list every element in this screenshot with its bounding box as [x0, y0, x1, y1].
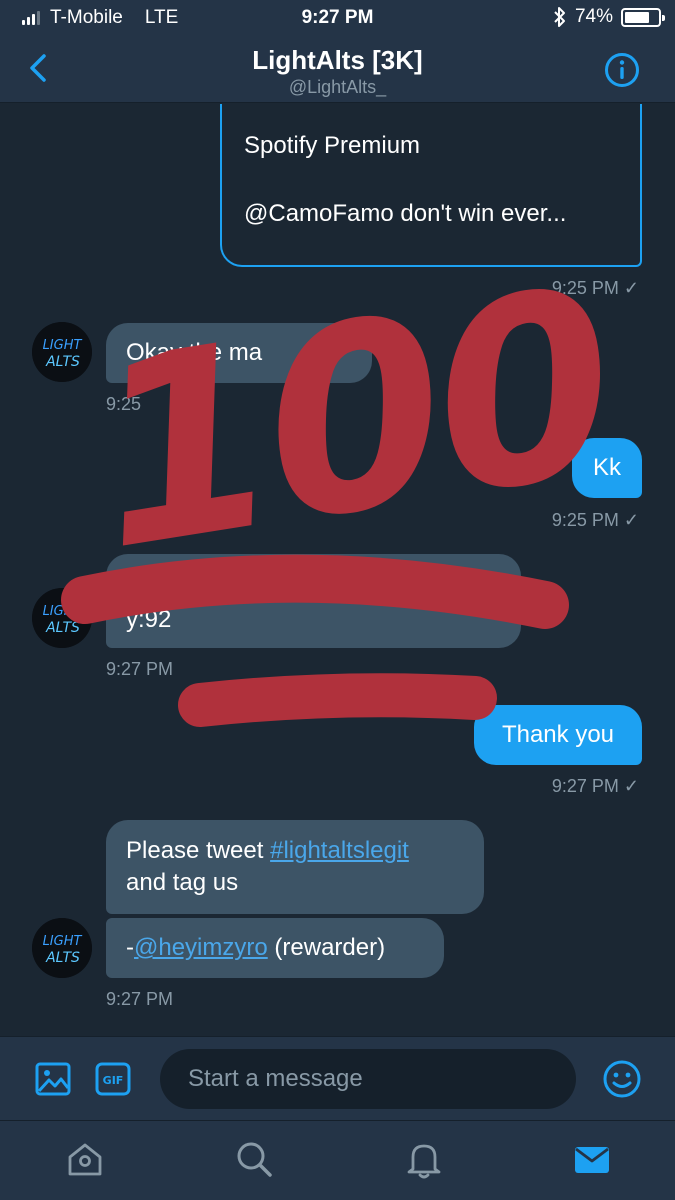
image-button[interactable] — [35, 1061, 71, 1102]
avatar[interactable]: LIGHT ALTS — [32, 918, 92, 978]
emoji-icon — [603, 1060, 641, 1098]
battery-icon — [621, 7, 665, 27]
mention-link[interactable]: @heyimzyro — [134, 934, 268, 961]
avatar[interactable]: LIGHT ALTS — [32, 588, 92, 648]
message-timestamp: 9:27 PM ✓ — [551, 776, 639, 796]
lightalts-logo: LIGHT ALTS — [32, 918, 92, 978]
svg-text:ALTS: ALTS — [45, 620, 80, 636]
message-text: Kk — [592, 454, 621, 481]
message-text: and tag us — [126, 869, 239, 896]
info-icon — [605, 53, 639, 87]
gif-button[interactable]: GIF — [95, 1061, 131, 1102]
card-line-spotify: Spotify Premium — [244, 132, 421, 159]
tab-messages[interactable] — [572, 1139, 612, 1179]
message-text: Thank you — [501, 721, 615, 748]
message-input[interactable] — [160, 1049, 576, 1109]
search-icon — [237, 1142, 272, 1177]
incoming-message-bubble[interactable]: Please tweet #lightaltslegit and tag us — [106, 820, 484, 914]
message-text: y:92 — [126, 606, 172, 633]
incoming-message-bubble[interactable]: Okay the ma — [106, 323, 372, 383]
message-timestamp: 9:25 PM ✓ — [551, 278, 639, 298]
svg-text:ALTS: ALTS — [45, 354, 80, 370]
tab-search[interactable] — [234, 1139, 274, 1179]
image-icon — [35, 1062, 71, 1096]
home-icon — [68, 1143, 102, 1176]
tab-bar — [0, 1120, 675, 1200]
conversation-header[interactable]: LightAlts [3K] @LightAlts_ — [0, 44, 675, 98]
gif-icon: GIF — [95, 1062, 131, 1096]
messages-icon — [575, 1147, 609, 1173]
status-bar: T-Mobile LTE 9:27 PM 74% — [0, 0, 675, 36]
outgoing-message-card[interactable]: Spotify Premium @CamoFamo don't win ever… — [220, 104, 642, 267]
lightalts-logo: LIGHT ALTS — [32, 588, 92, 648]
hashtag-link[interactable]: #lightaltslegit — [270, 837, 409, 864]
conversation-title: LightAlts [3K] — [252, 45, 423, 75]
tab-home[interactable] — [65, 1139, 105, 1179]
svg-text:ALTS: ALTS — [45, 950, 80, 966]
conversation-handle: @LightAlts_ — [288, 77, 387, 97]
message-text-line: -@heyimzyro (rewarder) — [126, 932, 424, 964]
card-line-mention: @CamoFamo don't win ever... — [244, 200, 567, 227]
battery-percent: 74% — [574, 6, 613, 27]
message-timestamp: 9:27 PM — [106, 989, 174, 1009]
svg-text:GIF: GIF — [103, 1074, 124, 1087]
message-text: Okay the ma — [126, 339, 263, 366]
incoming-message-bubble[interactable]: -@heyimzyro (rewarder) — [106, 918, 444, 978]
message-timestamp: 9:25 — [106, 394, 142, 414]
svg-text:LIGHT: LIGHT — [43, 934, 83, 949]
message-text: Please tweet — [126, 837, 271, 864]
outgoing-message-bubble[interactable]: Kk — [572, 438, 642, 498]
svg-text:LIGHT: LIGHT — [43, 604, 83, 619]
message-text: (rewarder) — [267, 934, 386, 961]
message-composer: GIF — [0, 1036, 675, 1120]
message-timestamp: 9:27 PM — [106, 659, 174, 679]
status-right: 74% — [553, 6, 665, 28]
top-bar: T-Mobile LTE 9:27 PM 74% LightAlts [3K] … — [0, 0, 675, 103]
lightalts-logo: LIGHT ALTS — [32, 322, 92, 382]
emoji-button[interactable] — [602, 1059, 642, 1104]
message-timestamp: 9:25 PM ✓ — [551, 510, 639, 530]
svg-text:LIGHT: LIGHT — [43, 338, 83, 353]
incoming-message-bubble[interactable]: y:92 — [106, 554, 521, 648]
message-text-line: Please tweet #lightaltslegit — [126, 835, 464, 867]
battery-fill — [625, 11, 649, 23]
tab-notifications[interactable] — [404, 1139, 444, 1179]
message-text: - — [126, 934, 134, 961]
bluetooth-icon — [554, 7, 565, 27]
avatar[interactable]: LIGHT ALTS — [32, 322, 92, 382]
outgoing-message-bubble[interactable]: Thank you — [474, 705, 642, 765]
info-button[interactable] — [604, 52, 640, 88]
message-thread[interactable]: Spotify Premium @CamoFamo don't win ever… — [0, 104, 675, 1036]
notifications-icon — [407, 1144, 441, 1179]
